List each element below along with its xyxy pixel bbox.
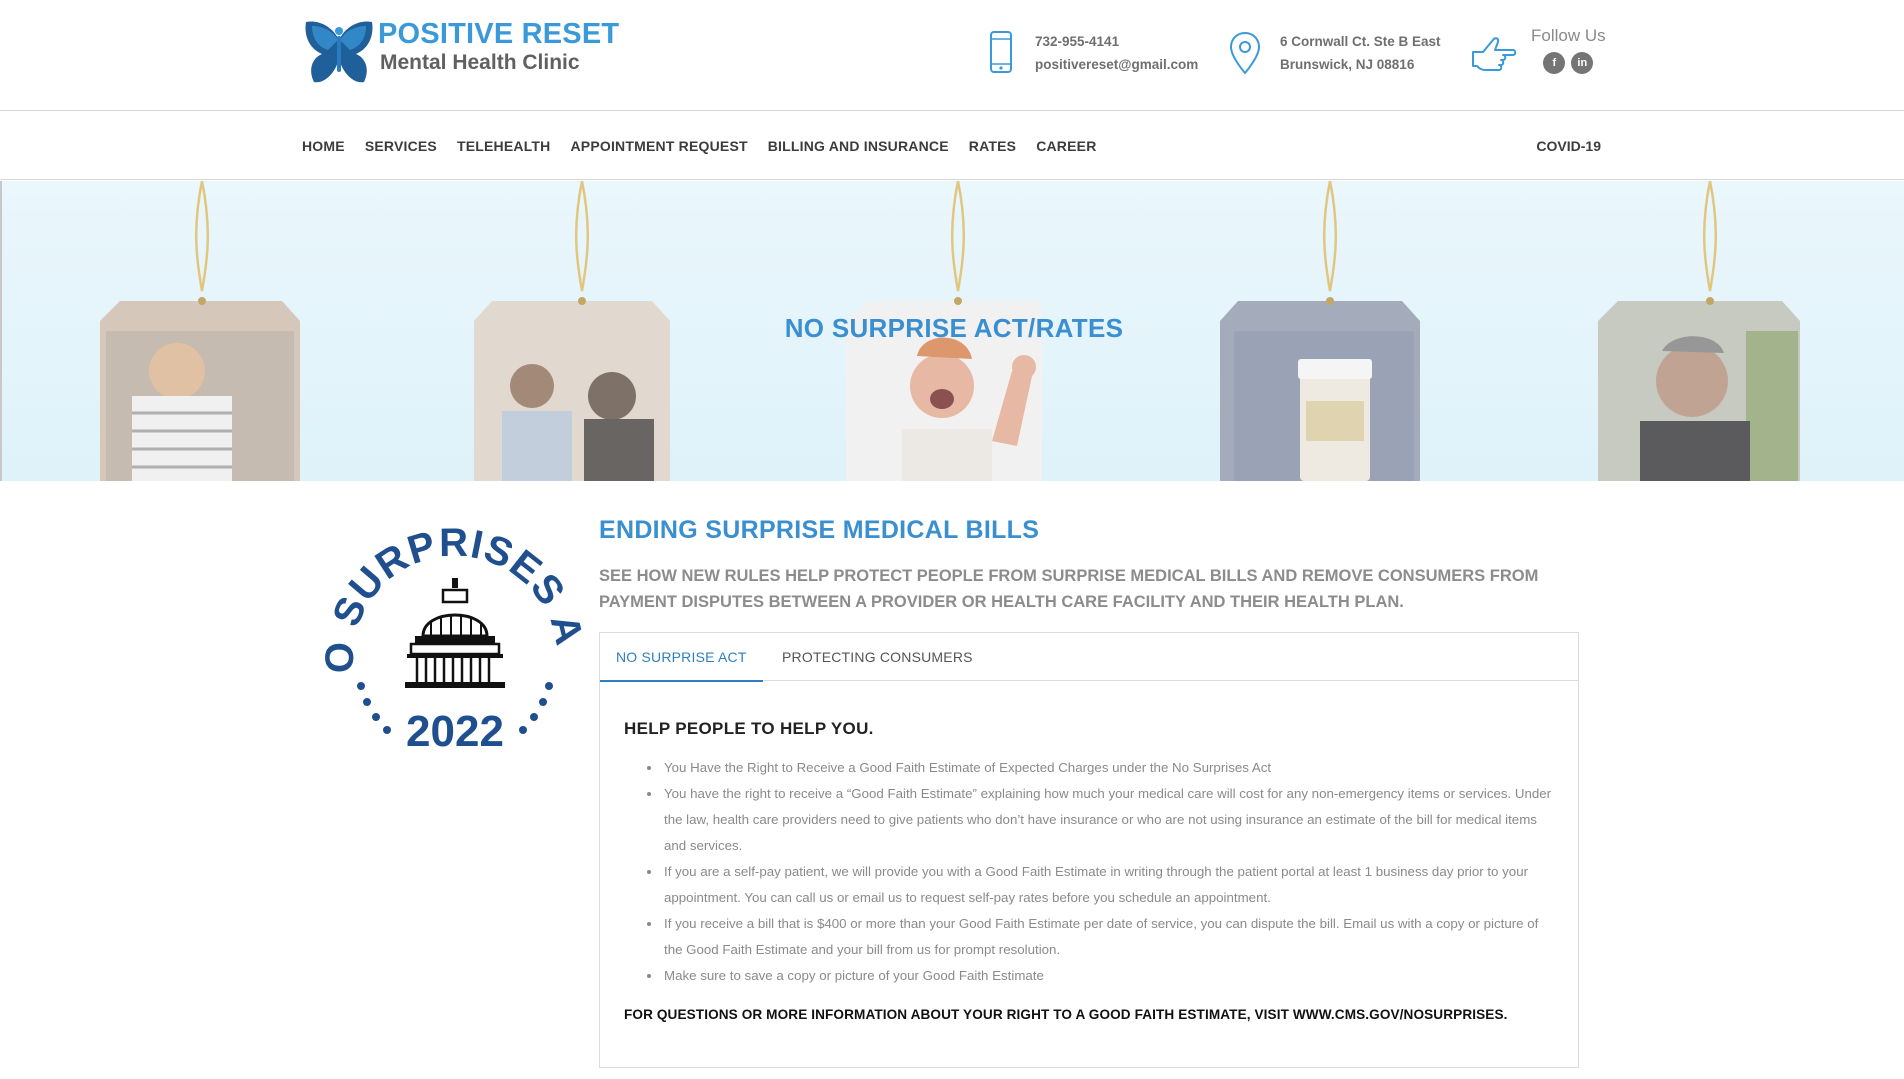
tab-bar: NO SURPRISE ACT PROTECTING CONSUMERS [600,633,1578,682]
site-header: POSITIVE RESET Mental Health Clinic 732-… [0,0,1904,111]
brand-subtitle: Mental Health Clinic [380,51,580,74]
follow-us-label: Follow Us [1531,26,1606,45]
nav-services[interactable]: SERVICES [365,138,437,154]
address-line-1: 6 Cornwall Ct. Ste B East [1280,34,1441,49]
rights-list: You Have the Right to Receive a Good Fai… [642,755,1552,989]
main-navigation: HOME SERVICES TELEHEALTH APPOINTMENT REQ… [0,112,1904,180]
list-item: If you receive a bill that is $400 or mo… [642,911,1552,963]
nav-covid-19[interactable]: COVID-19 [1536,112,1601,180]
nav-career[interactable]: CAREER [1036,138,1096,154]
no-surprises-act-seal: NO SURPRISES ACT 2022 [325,518,585,756]
nav-billing-insurance[interactable]: BILLING AND INSURANCE [768,138,949,154]
nav-telehealth[interactable]: TELEHEALTH [457,138,551,154]
site-logo[interactable]: POSITIVE RESET Mental Health Clinic [302,18,619,88]
linkedin-icon[interactable]: in [1571,52,1594,74]
seal-arc-text: NO SURPRISES ACT [325,518,585,673]
contact-address-block: 6 Cornwall Ct. Ste B East Brunswick, NJ … [1228,30,1441,76]
map-pin-icon [1229,31,1261,75]
page-subheading: SEE HOW NEW RULES HELP PROTECT PEOPLE FR… [599,567,1539,611]
pointing-hand-icon [1472,37,1517,71]
list-item: If you are a self-pay patient, we will p… [642,859,1552,911]
contact-phone-block: 732-955-4141 positivereset@gmail.com [983,30,1198,76]
nav-appointment-request[interactable]: APPOINTMENT REQUEST [570,138,747,154]
page-banner: NO SURPRISE ACT/RATES [0,181,1904,481]
list-item: You Have the Right to Receive a Good Fai… [642,755,1552,781]
seal-year: 2022 [406,707,504,756]
butterfly-icon [305,21,373,83]
phone-icon [990,31,1012,73]
panel-title: HELP PEOPLE TO HELP YOU. [624,719,874,738]
phone-number[interactable]: 732-955-4141 [1035,30,1198,53]
address-line-2: Brunswick, NJ 08816 [1280,57,1415,72]
more-info-note: FOR QUESTIONS OR MORE INFORMATION ABOUT … [624,1007,1508,1022]
svg-text:NO SURPRISES ACT: NO SURPRISES ACT [325,518,585,673]
list-item: Make sure to save a copy or picture of y… [642,963,1552,989]
follow-us-block: Follow Us f in [1469,26,1606,78]
tab-no-surprise-act[interactable]: NO SURPRISE ACT [600,633,763,682]
list-item: You have the right to receive a “Good Fa… [642,781,1552,859]
facebook-icon[interactable]: f [1543,52,1566,74]
nav-rates[interactable]: RATES [969,138,1016,154]
tab-protecting-consumers[interactable]: PROTECTING CONSUMERS [766,633,989,681]
banner-title: NO SURPRISE ACT/RATES [784,313,1124,343]
brand-title: POSITIVE RESET [378,18,620,50]
nav-home[interactable]: HOME [302,138,345,154]
page-heading: ENDING SURPRISE MEDICAL BILLS [599,516,1040,544]
email-address[interactable]: positivereset@gmail.com [1035,53,1198,76]
tabs-container: NO SURPRISE ACT PROTECTING CONSUMERS HEL… [599,632,1579,1068]
